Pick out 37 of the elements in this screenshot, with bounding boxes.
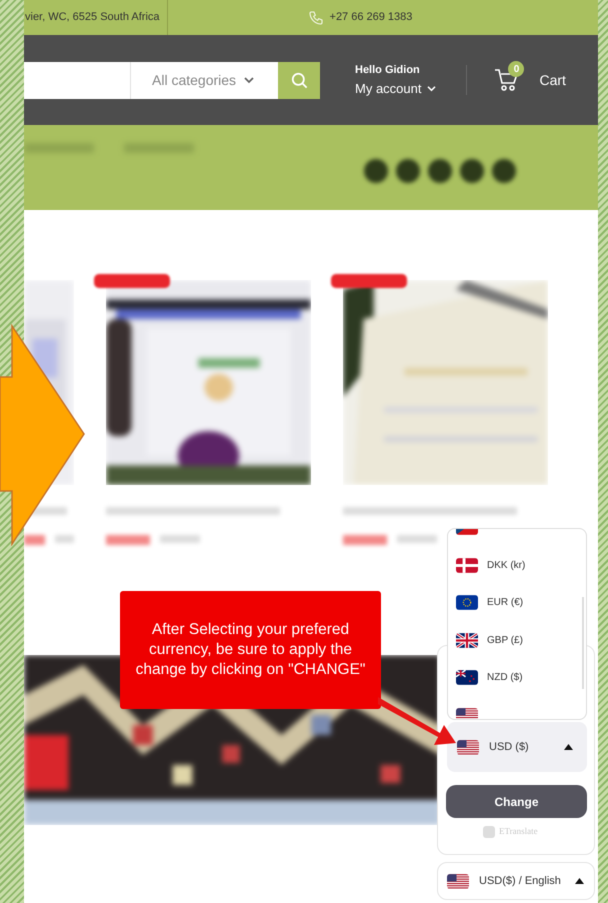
phone-icon xyxy=(308,10,324,26)
etranslate-logo-icon xyxy=(483,826,495,838)
change-button[interactable]: Change xyxy=(446,785,587,818)
greeting-text: Hello Gidion xyxy=(355,63,421,78)
cart-count-badge: 0 xyxy=(508,61,524,77)
callout-text: After Selecting your prefered currency, be sure to apply the change by clicking on "CHANGE" xyxy=(134,620,366,680)
blurred-price xyxy=(343,535,387,545)
address-text: vier, WC, 6525 South Africa xyxy=(24,10,161,26)
currency-option[interactable]: EUR (€) xyxy=(487,595,524,610)
phone-number: +27 66 269 1383 xyxy=(330,10,412,26)
caret-up-icon xyxy=(564,744,573,750)
flag-icon xyxy=(456,708,478,719)
flag-icon xyxy=(456,595,478,610)
currency-select[interactable]: USD ($) xyxy=(447,722,587,772)
search-field[interactable] xyxy=(24,62,130,98)
blurred-price xyxy=(54,535,74,543)
blurred-price xyxy=(160,535,200,543)
currency-option[interactable]: NZD ($) xyxy=(487,670,523,686)
currency-option[interactable]: GBP (£) xyxy=(487,632,523,648)
search-button[interactable] xyxy=(278,62,320,98)
chevron-down-icon xyxy=(244,76,254,84)
chevron-down-icon xyxy=(427,84,436,92)
category-select[interactable]: All categories xyxy=(130,62,278,98)
search-icon xyxy=(290,70,308,90)
blurred-price xyxy=(106,535,150,545)
currency-option[interactable]: DKK (kr) xyxy=(487,558,526,573)
account-menu[interactable]: My account xyxy=(355,78,436,98)
blurred-price xyxy=(24,535,45,545)
currency-language-switcher[interactable]: USD($) / English xyxy=(437,862,595,900)
cart-label[interactable]: Cart xyxy=(539,70,566,90)
flag-icon xyxy=(457,740,479,754)
caret-up-icon xyxy=(575,878,584,884)
flag-icon xyxy=(456,558,478,573)
blurred-price xyxy=(397,535,437,543)
flag-icon xyxy=(456,670,478,686)
flag-icon xyxy=(447,874,469,888)
flag-icon xyxy=(456,632,478,648)
